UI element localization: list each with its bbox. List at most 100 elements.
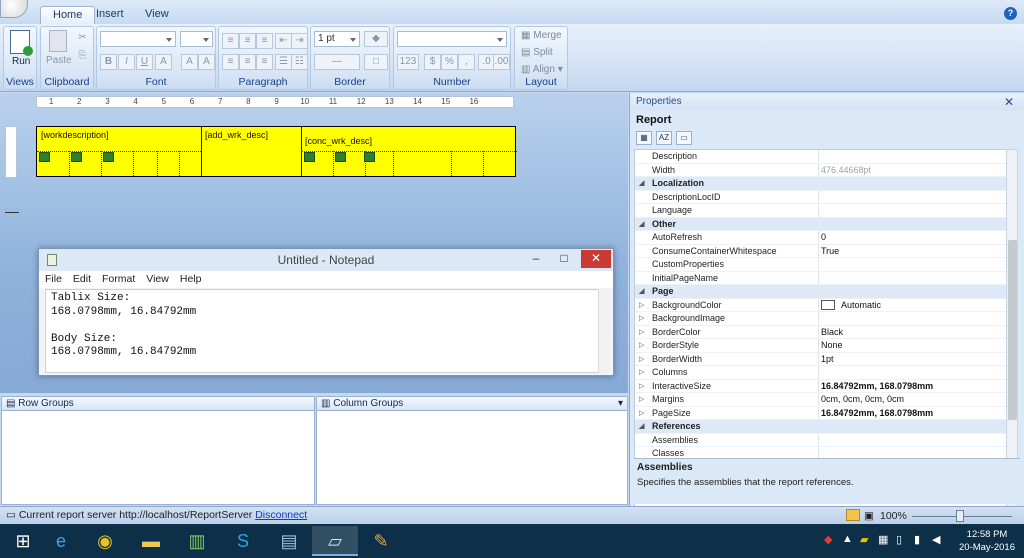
split-button[interactable]: ▤ Split (521, 47, 553, 58)
property-value[interactable]: None (821, 339, 843, 353)
categorized-icon[interactable]: ▦ (636, 131, 652, 145)
collapse-icon[interactable]: ◢ (639, 420, 644, 434)
volume-icon[interactable]: ◀ (932, 533, 940, 546)
expand-icon[interactable]: ▷ (639, 312, 644, 326)
image-icon[interactable] (304, 152, 315, 162)
property-value[interactable]: 16.84792mm, 168.0798mm (821, 407, 933, 421)
italic-icon[interactable]: I (118, 54, 135, 70)
menu-file[interactable]: File (39, 271, 67, 285)
image-icon[interactable] (71, 152, 82, 162)
property-value[interactable]: Black (821, 326, 843, 340)
expand-icon[interactable]: ▷ (639, 393, 644, 407)
property-value[interactable]: 0 (821, 231, 826, 245)
run-button[interactable]: Run (12, 56, 30, 67)
expand-icon[interactable]: ▷ (639, 366, 644, 380)
chrome-icon[interactable]: ◉ (82, 526, 128, 556)
property-row[interactable]: InitialPageName (635, 271, 1008, 285)
tab-view[interactable]: View (133, 6, 181, 24)
font-color-icon[interactable]: A (155, 54, 172, 70)
collapse-icon[interactable]: ◢ (639, 218, 644, 232)
zoom-fit-icon[interactable]: ▣ (864, 510, 874, 522)
property-value[interactable]: 476.44668pt (821, 164, 871, 178)
number-format-dropdown[interactable] (397, 31, 507, 47)
numbering-icon[interactable]: ☷ (291, 54, 308, 70)
align-top-icon[interactable]: ≡ (222, 33, 239, 49)
property-row[interactable]: ▷ Columns (635, 366, 1008, 380)
paint-icon[interactable]: ✎ (358, 526, 404, 556)
tray-arrow-icon[interactable]: ▲ (842, 533, 853, 545)
file-explorer-icon[interactable]: ▬ (128, 526, 174, 556)
property-category[interactable]: ◢ References (635, 420, 1008, 434)
property-row[interactable]: AutoRefresh 0 (635, 231, 1008, 245)
property-row[interactable]: Width 476.44668pt (635, 163, 1008, 178)
property-row[interactable]: DescriptionLocID (635, 190, 1008, 204)
row-groups-body[interactable] (1, 411, 315, 505)
bullets-icon[interactable]: ☰ (275, 54, 292, 70)
border-color-icon[interactable]: ◆ (364, 31, 388, 47)
antivirus-icon[interactable]: ◆ (824, 533, 832, 546)
zoom-slider-thumb[interactable] (956, 510, 964, 522)
column-groups-body[interactable] (316, 411, 628, 505)
font-name-dropdown[interactable] (100, 31, 176, 47)
percent-icon[interactable]: % (441, 54, 458, 70)
property-category[interactable]: ◢ Localization (635, 177, 1008, 191)
bold-icon[interactable]: B (100, 54, 117, 70)
property-value[interactable]: True (821, 245, 839, 259)
menu-help[interactable]: Help (174, 271, 207, 285)
property-row[interactable]: Language (635, 204, 1008, 218)
action-center-icon[interactable]: ▯ (896, 533, 902, 546)
battery-icon[interactable]: ▮ (914, 533, 920, 546)
paste-button[interactable]: Paste (46, 55, 72, 66)
property-category[interactable]: ◢ Other (635, 217, 1008, 232)
chart-app-icon[interactable]: ▤ (266, 526, 312, 556)
internet-explorer-icon[interactable]: e (38, 526, 84, 556)
merge-button[interactable]: ▦ Merge (521, 30, 562, 41)
property-row[interactable]: ▷ BackgroundColor Automatic (635, 298, 1008, 313)
scrollbar-thumb[interactable] (1008, 240, 1017, 420)
underline-icon[interactable]: U (136, 54, 153, 70)
align-right-icon[interactable]: ≡ (256, 54, 273, 70)
expand-icon[interactable]: ▷ (639, 380, 644, 394)
help-icon[interactable]: ? (1004, 7, 1017, 20)
maximize-button[interactable]: □ (551, 249, 577, 269)
property-value[interactable]: 0cm, 0cm, 0cm, 0cm (821, 393, 904, 407)
property-row[interactable]: ▷ Margins 0cm, 0cm, 0cm, 0cm (635, 393, 1008, 407)
expand-icon[interactable]: ▷ (639, 353, 644, 367)
notepad-text-area[interactable]: Tablix Size: 168.0798mm, 16.84792mm Body… (45, 289, 605, 373)
comma-icon[interactable]: , (458, 54, 475, 70)
notepad-taskbar-icon[interactable]: ▱ (312, 526, 358, 556)
align-middle-icon[interactable]: ≡ (239, 33, 256, 49)
tab-insert[interactable]: Insert (84, 6, 136, 24)
cell-add-wrk-desc[interactable]: [add_wrk_desc] (205, 130, 268, 140)
property-value[interactable]: 1pt (821, 353, 834, 367)
property-value[interactable]: 16.84792mm, 168.0798mm (821, 380, 933, 394)
align-left-icon[interactable]: ≡ (222, 54, 239, 70)
copy-icon[interactable]: ⎘ (74, 48, 91, 64)
application-button[interactable] (0, 0, 28, 18)
property-row[interactable]: Assemblies (635, 433, 1008, 447)
image-icon[interactable] (39, 152, 50, 162)
tray-app-icon[interactable]: ▰ (860, 533, 868, 546)
property-row[interactable]: ▷ PageSize 16.84792mm, 168.0798mm (635, 406, 1008, 421)
collapse-icon[interactable]: ◢ (639, 285, 644, 299)
property-value[interactable]: Automatic (821, 299, 881, 313)
menu-view[interactable]: View (140, 271, 174, 285)
property-row[interactable]: CustomProperties (635, 258, 1008, 272)
notepad-window[interactable]: Untitled - Notepad – □ ✕ File Edit Format V… (38, 248, 614, 376)
property-row[interactable]: ▷ BorderStyle None (635, 339, 1008, 353)
shrink-font-icon[interactable]: A (198, 54, 215, 70)
image-icon[interactable] (335, 152, 346, 162)
alphabetical-icon[interactable]: AZ (656, 131, 672, 145)
placeholder-styles-icon[interactable]: 123 (397, 54, 419, 70)
increase-indent-icon[interactable]: ⇥ (291, 33, 308, 49)
property-row[interactable]: ▷ BackgroundImage (635, 312, 1008, 326)
currency-icon[interactable]: $ (424, 54, 441, 70)
tablix[interactable]: [workdescription] [add_wrk_desc] [conc_w… (36, 126, 517, 177)
property-row[interactable]: Description (635, 150, 1008, 164)
align-center-icon[interactable]: ≡ (239, 54, 256, 70)
chevron-down-icon[interactable]: ▾ (618, 398, 623, 409)
image-icon[interactable] (364, 152, 375, 162)
align-bottom-icon[interactable]: ≡ (256, 33, 273, 49)
collapse-icon[interactable]: ◢ (639, 177, 644, 191)
minimize-button[interactable]: – (523, 249, 549, 269)
